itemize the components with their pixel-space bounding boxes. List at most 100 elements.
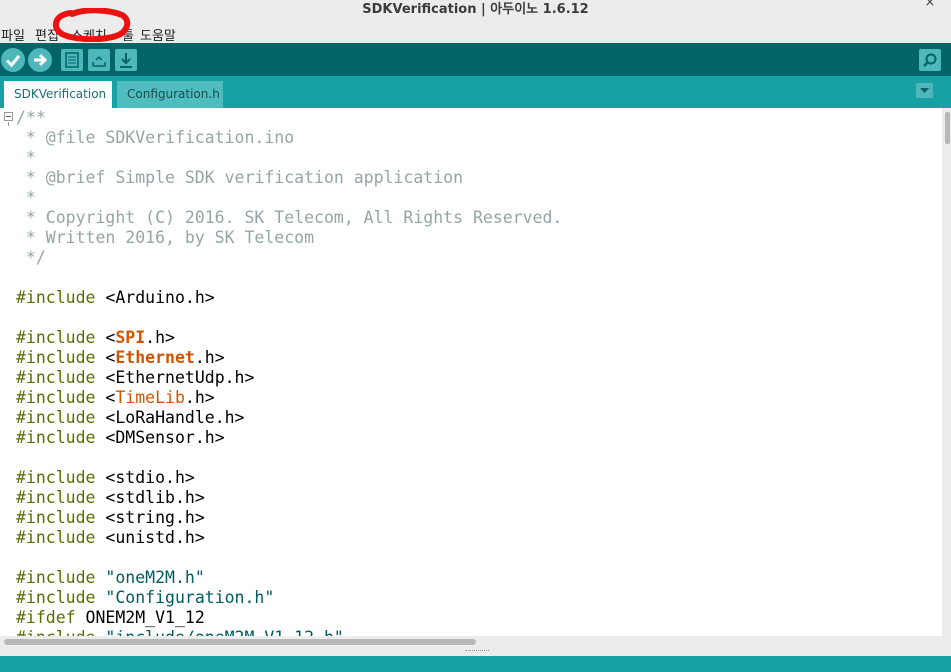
menu-sketch[interactable]: 스케치 — [71, 25, 107, 44]
splitter-grip[interactable] — [465, 650, 489, 653]
code-text: /** * @file SDKVerification.ino * * @bri… — [16, 108, 562, 648]
code-token: #include — [16, 508, 96, 527]
toolbar — [0, 43, 951, 76]
code-line: * @brief Simple SDK verification applica… — [16, 168, 562, 188]
upload-button[interactable] — [28, 48, 52, 72]
code-token: * — [16, 188, 36, 207]
fold-guide — [8, 122, 9, 126]
menu-edit[interactable]: 편집 — [35, 25, 59, 44]
code-token: <unistd.h> — [95, 528, 205, 547]
tab-menu-button[interactable] — [916, 83, 933, 98]
save-button[interactable] — [115, 49, 137, 71]
code-line: #include <unistd.h> — [16, 528, 562, 548]
new-file-icon — [65, 52, 79, 68]
menu-file[interactable]: 파일 — [1, 25, 25, 44]
code-line: * @file SDKVerification.ino — [16, 128, 562, 148]
code-token: .h> — [184, 388, 215, 407]
code-line: * Written 2016, by SK Telecom — [16, 228, 562, 248]
code-line: #include <Ethernet.h> — [16, 348, 562, 368]
code-token: <LoRaHandle.h> — [95, 408, 245, 427]
code-line: #include <TimeLib.h> — [16, 388, 562, 408]
menu-bar: 파일 편집 스케치 툴 도움말 — [0, 22, 951, 44]
horizontal-scrollbar[interactable] — [0, 636, 942, 648]
code-token: * @brief Simple SDK verification applica… — [16, 168, 464, 187]
menu-tools[interactable]: 툴 — [122, 25, 134, 44]
vertical-scroll-thumb[interactable] — [945, 112, 950, 144]
code-token: #include — [16, 388, 96, 407]
code-token: #include — [16, 528, 96, 547]
window-title: SDKVerification | 아두이노 1.6.12 — [362, 2, 589, 17]
code-token: #include — [16, 408, 96, 427]
code-token: "Configuration.h" — [105, 588, 275, 607]
code-token: <EthernetUdp.h> — [95, 368, 255, 387]
code-token: <Arduino.h> — [95, 288, 215, 307]
code-token: < — [95, 388, 116, 407]
save-down-arrow-icon — [120, 53, 132, 68]
code-line: #include <SPI.h> — [16, 328, 562, 348]
code-token: < — [95, 328, 116, 347]
tab-bar: SDKVerification Configuration.h — [0, 76, 951, 108]
console-area — [0, 656, 951, 672]
vertical-scrollbar[interactable] — [942, 108, 951, 636]
code-token: ONEM2M_V1_12 — [75, 608, 205, 627]
magnifier-icon — [923, 53, 937, 67]
code-line: #include "Configuration.h" — [16, 588, 562, 608]
code-token: /** — [16, 108, 46, 127]
code-token: #include — [16, 568, 96, 587]
open-button[interactable] — [88, 49, 110, 71]
code-line: /** — [16, 108, 562, 128]
code-token: "oneM2M.h" — [105, 568, 205, 587]
code-token: <stdio.h> — [95, 468, 195, 487]
code-line: * — [16, 188, 562, 208]
serial-monitor-button[interactable] — [919, 49, 941, 71]
code-token: #include — [16, 588, 96, 607]
check-icon — [5, 55, 21, 68]
arrow-right-icon — [34, 53, 48, 67]
code-line: */ — [16, 248, 562, 268]
menu-help[interactable]: 도움말 — [140, 25, 176, 44]
close-window-button[interactable]: × — [923, 0, 937, 10]
code-editor[interactable]: /** * @file SDKVerification.ino * * @bri… — [0, 108, 951, 648]
code-token: #include — [16, 428, 96, 447]
tab-sdkverification[interactable]: SDKVerification — [4, 81, 112, 108]
tab-configuration-h[interactable]: Configuration.h — [117, 81, 223, 108]
code-line: * Copyright (C) 2016. SK Telecom, All Ri… — [16, 208, 562, 228]
code-token: Ethernet — [115, 348, 195, 367]
code-token: #include — [16, 488, 96, 507]
fold-toggle[interactable] — [4, 112, 13, 121]
code-line: * — [16, 148, 562, 168]
code-line: #include "oneM2M.h" — [16, 568, 562, 588]
code-token: <DMSensor.h> — [95, 428, 225, 447]
code-line: #ifdef ONEM2M_V1_12 — [16, 608, 562, 628]
code-token: TimeLib — [115, 388, 185, 407]
code-line: #include <Arduino.h> — [16, 288, 562, 308]
code-token: < — [95, 348, 116, 367]
code-token: */ — [16, 248, 46, 267]
code-token: * Written 2016, by SK Telecom — [16, 228, 315, 247]
code-token: #include — [16, 368, 96, 387]
triangle-down-icon — [920, 88, 929, 93]
verify-button[interactable] — [1, 48, 25, 72]
horizontal-scroll-thumb[interactable] — [4, 639, 476, 645]
code-token: * @file SDKVerification.ino — [16, 128, 295, 147]
code-token: #include — [16, 288, 96, 307]
code-token: #ifdef — [16, 608, 76, 627]
new-button[interactable] — [61, 49, 83, 71]
code-token: #include — [16, 328, 96, 347]
code-token: .h> — [194, 348, 225, 367]
code-token: * — [16, 148, 36, 167]
code-token: <stdlib.h> — [95, 488, 205, 507]
console-splitter[interactable] — [0, 648, 951, 656]
code-line: #include <stdio.h> — [16, 468, 562, 488]
code-line: #include <LoRaHandle.h> — [16, 408, 562, 428]
code-token: .h> — [145, 328, 175, 347]
code-line: #include <string.h> — [16, 508, 562, 528]
code-token: #include — [16, 468, 96, 487]
scrollbar-corner — [942, 636, 951, 648]
title-bar: SDKVerification | 아두이노 1.6.12 × — [0, 0, 951, 22]
